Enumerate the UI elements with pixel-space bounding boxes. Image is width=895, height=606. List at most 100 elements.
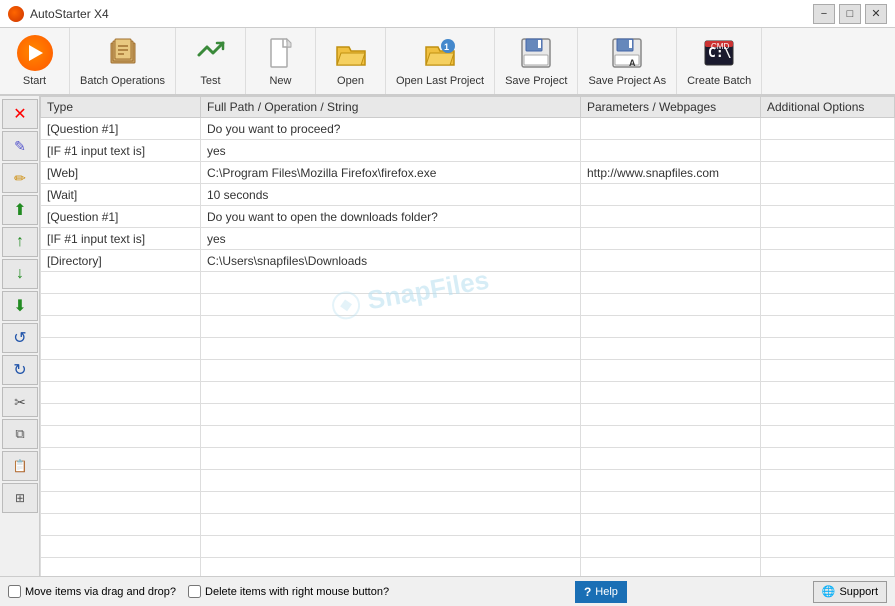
open-last-button[interactable]: 1 Open Last Project — [386, 28, 495, 94]
create-batch-icon-area: C:\ CMD — [701, 35, 737, 71]
batch-label: Batch Operations — [80, 75, 165, 87]
open-last-icon: 1 — [424, 37, 456, 69]
cell-params — [581, 140, 761, 162]
empty-cell — [761, 382, 895, 404]
move-up-button[interactable]: ↑ — [2, 227, 38, 257]
empty-cell — [41, 426, 201, 448]
create-batch-label: Create Batch — [687, 75, 751, 87]
cell-type: [Wait] — [41, 184, 201, 206]
minimize-button[interactable]: − — [813, 4, 835, 24]
cell-params — [581, 206, 761, 228]
cell-path: Do you want to open the downloads folder… — [201, 206, 581, 228]
empty-cell — [581, 294, 761, 316]
rotate-right-button[interactable]: ↻ — [2, 355, 38, 385]
empty-cell — [201, 360, 581, 382]
cell-params — [581, 228, 761, 250]
edit-button[interactable]: ✎ — [2, 131, 38, 161]
save-label: Save Project — [505, 75, 567, 87]
save-icon-area — [518, 35, 554, 71]
empty-cell — [581, 492, 761, 514]
svg-text:1: 1 — [444, 42, 449, 52]
batch-operations-button[interactable]: Batch Operations — [70, 28, 176, 94]
cell-params: http://www.snapfiles.com — [581, 162, 761, 184]
test-button[interactable]: Test — [176, 28, 246, 94]
empty-cell — [581, 316, 761, 338]
col-header-path: Full Path / Operation / String — [201, 97, 581, 118]
table-row[interactable]: [Question #1] Do you want to open the do… — [41, 206, 895, 228]
empty-cell — [581, 514, 761, 536]
maximize-button[interactable]: □ — [839, 4, 861, 24]
cell-type: [Question #1] — [41, 118, 201, 140]
move-bottom-button[interactable]: ⬇ — [2, 291, 38, 321]
empty-row — [41, 294, 895, 316]
empty-cell — [41, 536, 201, 558]
status-bar: Move items via drag and drop? Delete ite… — [0, 576, 895, 606]
empty-cell — [41, 294, 201, 316]
copy-button[interactable]: ⧉ — [2, 419, 38, 449]
save-as-label: Save Project As — [588, 75, 666, 87]
start-icon — [17, 35, 53, 71]
cell-type: [Directory] — [41, 250, 201, 272]
open-last-label: Open Last Project — [396, 75, 484, 87]
svg-text:CMD: CMD — [711, 42, 729, 51]
delete-right-checkbox[interactable] — [188, 585, 201, 598]
empty-row — [41, 514, 895, 536]
new-icon — [265, 37, 297, 69]
empty-cell — [41, 448, 201, 470]
drag-drop-label[interactable]: Move items via drag and drop? — [8, 585, 176, 598]
rotate-left-button[interactable]: ↺ — [2, 323, 38, 353]
test-icon — [195, 37, 227, 69]
open-button[interactable]: Open — [316, 28, 386, 94]
start-icon-area — [17, 35, 53, 71]
empty-cell — [581, 426, 761, 448]
title-bar: AutoStarter X4 − □ ✕ — [0, 0, 895, 28]
empty-row — [41, 426, 895, 448]
help-button[interactable]: ? Help — [575, 581, 627, 603]
open-label: Open — [337, 75, 364, 87]
empty-row — [41, 382, 895, 404]
empty-cell — [581, 448, 761, 470]
table-row[interactable]: [IF #1 input text is] yes — [41, 228, 895, 250]
col-header-type: Type — [41, 97, 201, 118]
empty-cell — [581, 272, 761, 294]
new-icon-area — [263, 35, 299, 71]
pencil-button[interactable]: ✏ — [2, 163, 38, 193]
empty-cell — [41, 492, 201, 514]
empty-cell — [761, 426, 895, 448]
create-batch-button[interactable]: C:\ CMD Create Batch — [677, 28, 762, 94]
open-icon-area — [333, 35, 369, 71]
empty-cell — [201, 404, 581, 426]
table-row[interactable]: [Question #1] Do you want to proceed? — [41, 118, 895, 140]
empty-row — [41, 558, 895, 577]
close-button[interactable]: ✕ — [865, 4, 887, 24]
empty-cell — [41, 338, 201, 360]
new-button[interactable]: New — [246, 28, 316, 94]
cut-button[interactable]: ✂ — [2, 387, 38, 417]
cell-params — [581, 118, 761, 140]
move-top-button[interactable]: ⬆ — [2, 195, 38, 225]
support-button[interactable]: 🌐 Support — [813, 581, 887, 603]
delete-button[interactable]: ✕ — [2, 99, 38, 129]
cell-options — [761, 118, 895, 140]
empty-cell — [761, 514, 895, 536]
table-row[interactable]: [Web] C:\Program Files\Mozilla Firefox\f… — [41, 162, 895, 184]
delete-right-label[interactable]: Delete items with right mouse button? — [188, 585, 389, 598]
duplicate-button[interactable]: ⊞ — [2, 483, 38, 513]
start-button[interactable]: Start — [0, 28, 70, 94]
table-row[interactable]: [Directory] C:\Users\snapfiles\Downloads — [41, 250, 895, 272]
empty-cell — [41, 470, 201, 492]
move-down-button[interactable]: ↓ — [2, 259, 38, 289]
empty-cell — [201, 426, 581, 448]
empty-cell — [41, 272, 201, 294]
save-as-button[interactable]: A Save Project As — [578, 28, 677, 94]
main-content: ✕ ✎ ✏ ⬆ ↑ ↓ ⬇ ↺ ↻ ✂ ⧉ 📋 ⊞ Type Full Path… — [0, 96, 895, 576]
paste-button[interactable]: 📋 — [2, 451, 38, 481]
empty-row — [41, 338, 895, 360]
cell-options — [761, 206, 895, 228]
table-row[interactable]: [Wait] 10 seconds — [41, 184, 895, 206]
save-button[interactable]: Save Project — [495, 28, 578, 94]
empty-row — [41, 492, 895, 514]
empty-cell — [201, 382, 581, 404]
drag-drop-checkbox[interactable] — [8, 585, 21, 598]
table-row[interactable]: [IF #1 input text is] yes — [41, 140, 895, 162]
